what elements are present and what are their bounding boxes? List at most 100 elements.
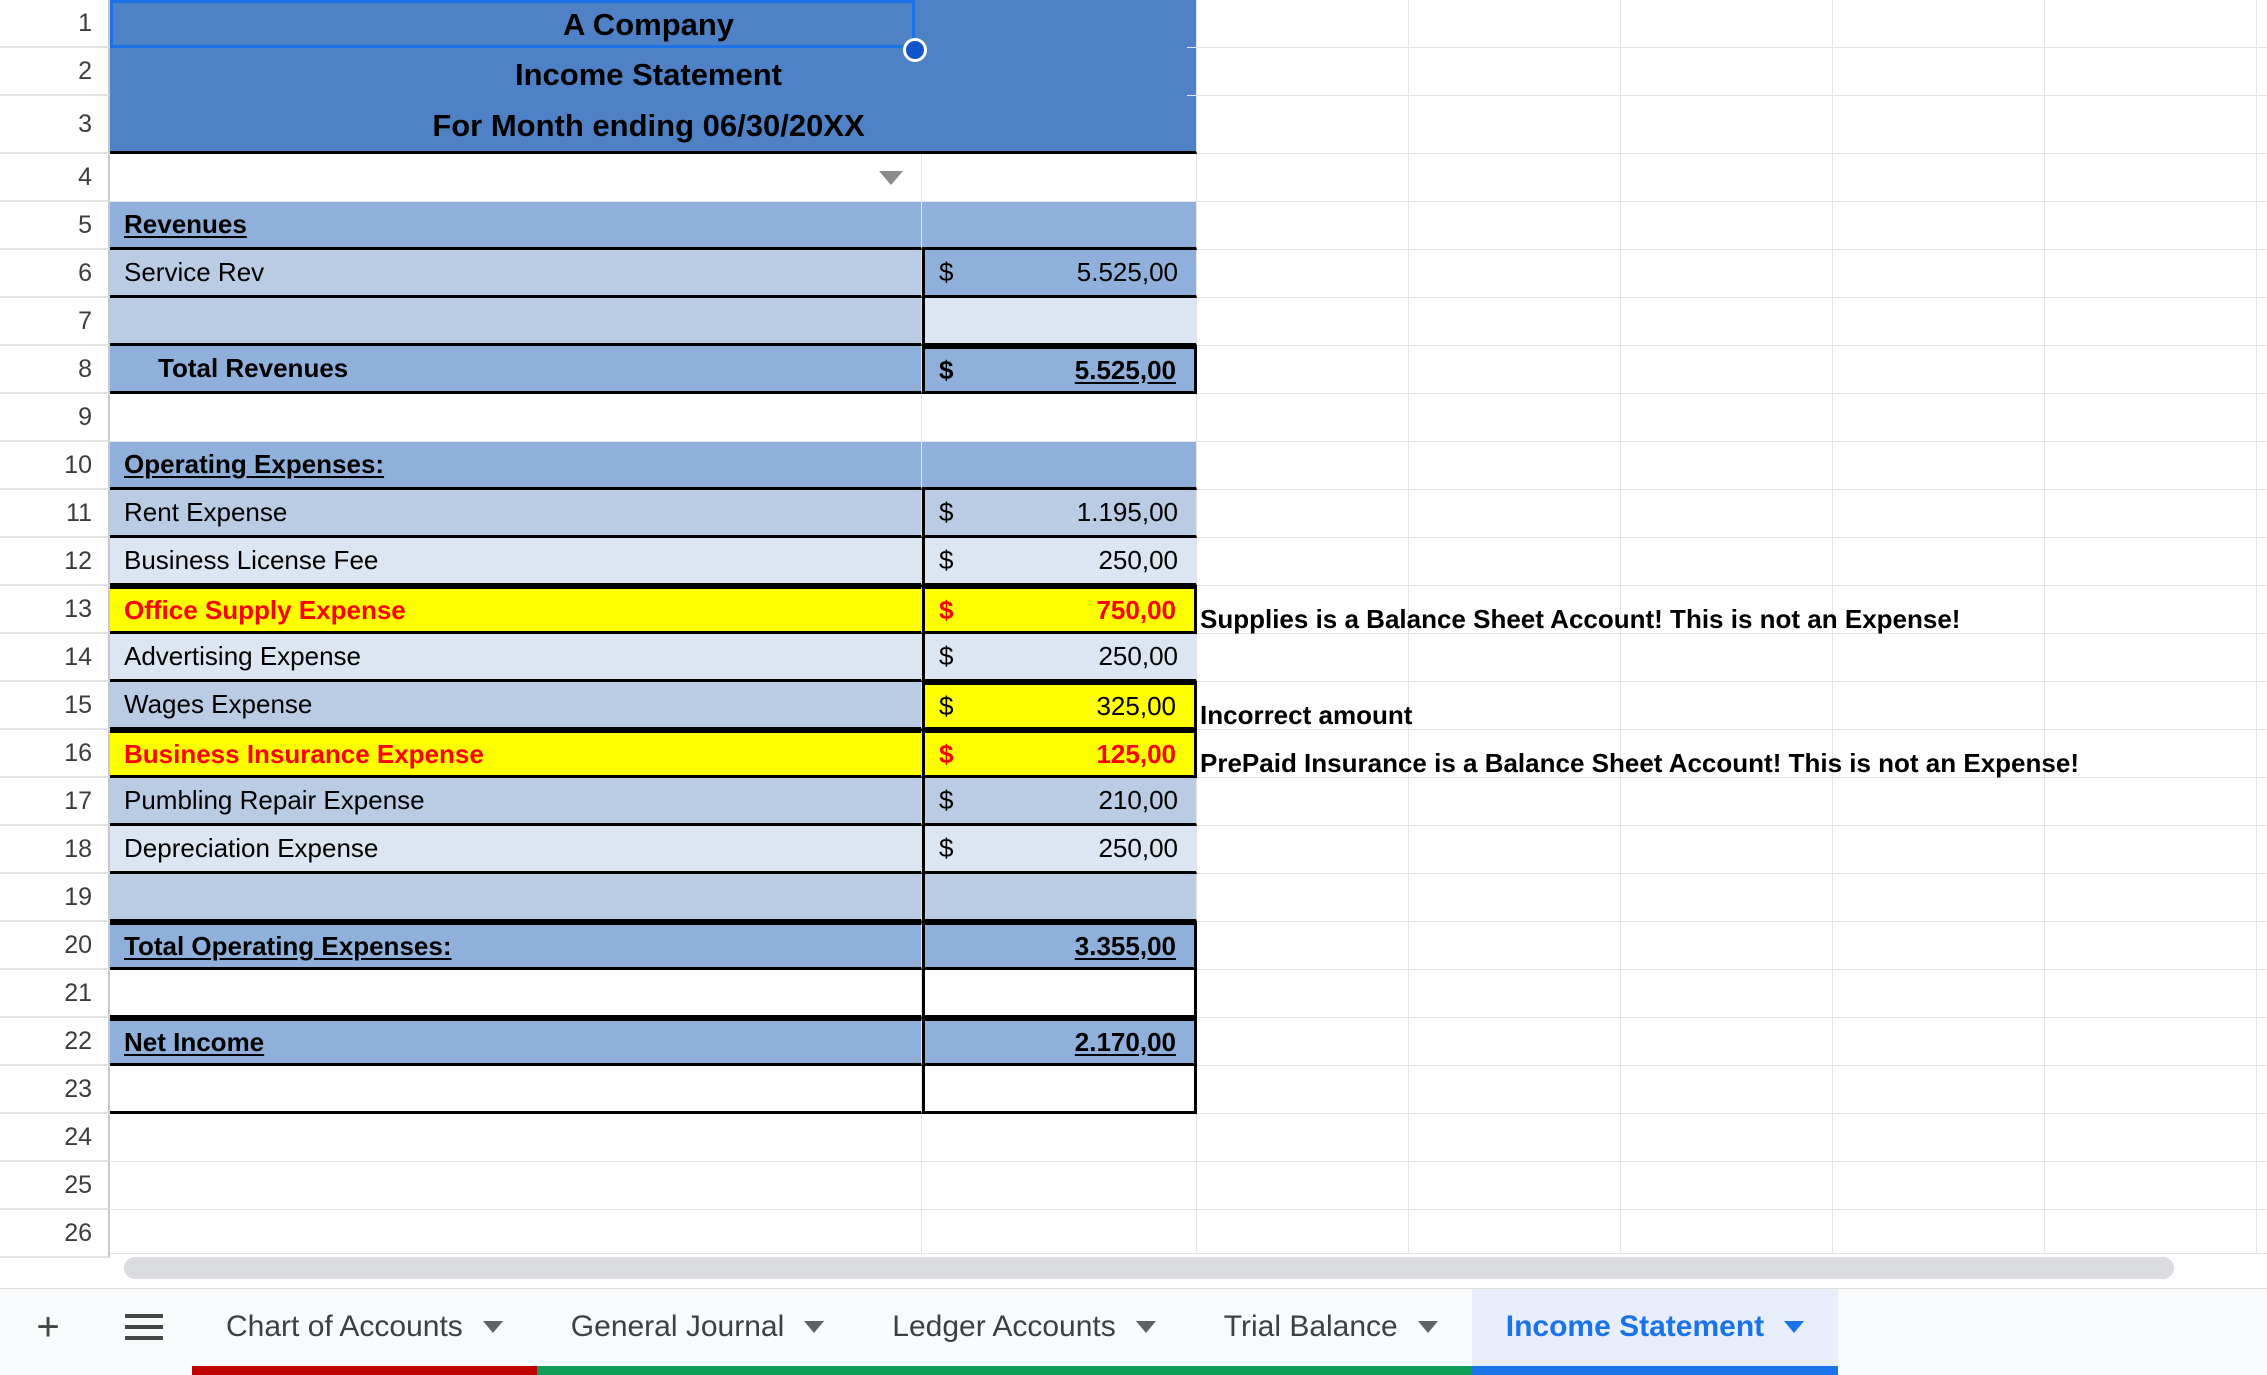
cell-d2[interactable] [1409,48,1621,96]
cell-h8[interactable] [2257,346,2267,394]
cell-e1[interactable] [1621,0,1833,48]
cell-g14[interactable] [2045,634,2257,682]
table-row[interactable]: 9 [0,394,2267,442]
cell-e4[interactable] [1621,154,1833,202]
report-title-block[interactable]: A Company Income Statement For Month end… [110,0,1187,154]
cell-e17[interactable] [1621,778,1833,826]
cell-e18[interactable] [1621,826,1833,874]
cell-office-supply-expense-amount[interactable]: $ 750,00 [922,586,1197,634]
cell-a4-filter[interactable] [110,154,922,202]
cell-c22[interactable] [1197,1018,1409,1066]
cell-d9[interactable] [1409,394,1621,442]
row-header-9[interactable]: 9 [0,394,110,442]
cell-d3[interactable] [1409,96,1621,154]
cell-g16[interactable] [2045,730,2257,778]
cell-c16[interactable] [1197,730,1409,778]
cell-d20[interactable] [1409,922,1621,970]
row-header-18[interactable]: 18 [0,826,110,874]
table-row[interactable]: 16 Business Insurance Expense $ 125,00 [0,730,2267,778]
cell-c1[interactable] [1197,0,1409,48]
cell-e16[interactable] [1621,730,1833,778]
cell-d5[interactable] [1409,202,1621,250]
table-row[interactable]: 5 Revenues [0,202,2267,250]
cell-f13[interactable] [1833,586,2045,634]
cell-e21[interactable] [1621,970,1833,1018]
cell-f8[interactable] [1833,346,2045,394]
cell-g22[interactable] [2045,1018,2257,1066]
row-header-11[interactable]: 11 [0,490,110,538]
row-header-16[interactable]: 16 [0,730,110,778]
cell-d19[interactable] [1409,874,1621,922]
cell-e2[interactable] [1621,48,1833,96]
cell-f14[interactable] [1833,634,2045,682]
table-row[interactable]: 10 Operating Expenses: [0,442,2267,490]
cell-c5[interactable] [1197,202,1409,250]
cell-business-license-fee-label[interactable]: Business License Fee [110,538,922,586]
cell-c18[interactable] [1197,826,1409,874]
row-header-17[interactable]: 17 [0,778,110,826]
cell-d8[interactable] [1409,346,1621,394]
cell-operating-expenses-header[interactable]: Operating Expenses: [110,442,922,490]
table-row[interactable]: 24 [0,1114,2267,1162]
cell-e8[interactable] [1621,346,1833,394]
row-header-12[interactable]: 12 [0,538,110,586]
row-header-10[interactable]: 10 [0,442,110,490]
table-row[interactable]: 4 [0,154,2267,202]
cell-g5[interactable] [2045,202,2257,250]
cell-e3[interactable] [1621,96,1833,154]
table-row[interactable]: 15 Wages Expense $ 325,00 [0,682,2267,730]
cell-c26[interactable] [1197,1210,1409,1258]
chevron-down-icon[interactable] [1136,1321,1156,1333]
row-header-1[interactable]: 1 [0,0,110,48]
cell-d21[interactable] [1409,970,1621,1018]
cell-c4[interactable] [1197,154,1409,202]
cell-f7[interactable] [1833,298,2045,346]
cell-e13[interactable] [1621,586,1833,634]
cell-total-revenues-amount[interactable]: $ 5.525,00 [922,346,1197,394]
cell-c20[interactable] [1197,922,1409,970]
cell-d23[interactable] [1409,1066,1621,1114]
row-header-2[interactable]: 2 [0,48,110,96]
cell-h19[interactable] [2257,874,2267,922]
cell-net-income-label[interactable]: Net Income [110,1018,922,1066]
cell-h18[interactable] [2257,826,2267,874]
table-row[interactable]: 6 Service Rev $ 5.525,00 [0,250,2267,298]
row-header-8[interactable]: 8 [0,346,110,394]
cell-h6[interactable] [2257,250,2267,298]
row-header-19[interactable]: 19 [0,874,110,922]
cell-b26[interactable] [922,1210,1197,1258]
cell-depreciation-expense-label[interactable]: Depreciation Expense [110,826,922,874]
cell-g21[interactable] [2045,970,2257,1018]
row-header-21[interactable]: 21 [0,970,110,1018]
cell-h14[interactable] [2257,634,2267,682]
cell-g26[interactable] [2045,1210,2257,1258]
table-row[interactable]: 20 Total Operating Expenses: 3.355,00 [0,922,2267,970]
row-header-20[interactable]: 20 [0,922,110,970]
cell-d25[interactable] [1409,1162,1621,1210]
cell-e15[interactable] [1621,682,1833,730]
table-row[interactable]: 11 Rent Expense $ 1.195,00 [0,490,2267,538]
cell-c21[interactable] [1197,970,1409,1018]
cell-c7[interactable] [1197,298,1409,346]
cell-h2[interactable] [2257,48,2267,96]
cell-e12[interactable] [1621,538,1833,586]
cell-d7[interactable] [1409,298,1621,346]
cell-e5[interactable] [1621,202,1833,250]
cell-e26[interactable] [1621,1210,1833,1258]
cell-d11[interactable] [1409,490,1621,538]
cell-e9[interactable] [1621,394,1833,442]
cell-b21[interactable] [922,970,1197,1018]
horizontal-scrollbar[interactable] [110,1253,2267,1281]
cell-b19[interactable] [922,874,1197,922]
row-header-15[interactable]: 15 [0,682,110,730]
row-header-6[interactable]: 6 [0,250,110,298]
cell-c2[interactable] [1197,48,1409,96]
table-row[interactable]: 14 Advertising Expense $ 250,00 [0,634,2267,682]
table-row[interactable]: 25 [0,1162,2267,1210]
cell-e14[interactable] [1621,634,1833,682]
table-row[interactable]: 8 Total Revenues $ 5.525,00 [0,346,2267,394]
cell-f19[interactable] [1833,874,2045,922]
cell-d15[interactable] [1409,682,1621,730]
cell-b9[interactable] [922,394,1197,442]
sheet-tab-trial-balance[interactable]: Trial Balance [1190,1289,1472,1375]
